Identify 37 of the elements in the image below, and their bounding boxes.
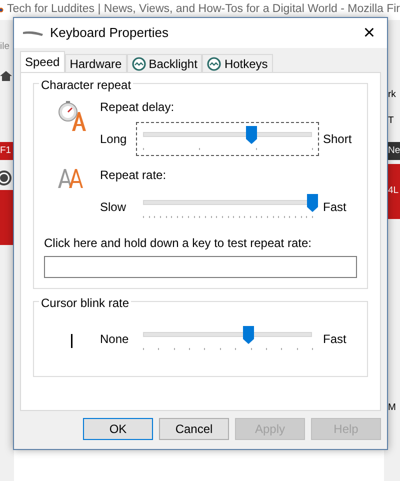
slider-label: Repeat delay: xyxy=(100,99,174,116)
text-fragment: 4L xyxy=(388,164,400,219)
text-fragment: ile xyxy=(0,40,11,54)
text-fragment: rk xyxy=(388,88,397,102)
home-icon xyxy=(0,70,12,82)
window-title: Keyboard Properties xyxy=(50,24,169,42)
slider-min-label: None xyxy=(100,331,130,348)
slider-max-label: Short xyxy=(323,131,353,148)
stopwatch-letter-icon xyxy=(58,100,86,132)
slider-thumb[interactable] xyxy=(242,326,254,344)
close-button[interactable]: × xyxy=(357,23,381,43)
slider-max-label: Fast xyxy=(323,199,348,216)
letters-icon xyxy=(58,168,86,188)
test-field[interactable] xyxy=(44,256,357,278)
text-fragment: Ne xyxy=(388,142,400,160)
tab[interactable]: Hardware xyxy=(64,54,127,72)
dialog-button[interactable]: Cancel xyxy=(159,418,229,440)
tab[interactable]: Speed xyxy=(20,51,65,72)
browser-title: Tech for Luddites | News, Views, and How-Tos for a Digital World - Mozilla Fir xyxy=(6,2,400,18)
slider-label: Repeat rate: xyxy=(100,167,166,184)
wordpress-icon xyxy=(0,170,13,186)
text-fragment: F1 xyxy=(0,142,14,160)
text-fragment: T xyxy=(388,114,395,128)
tab[interactable]: Hotkeys xyxy=(202,54,273,72)
text-fragment: M xyxy=(388,401,397,415)
slider-thumb[interactable] xyxy=(307,194,318,212)
dialog-button[interactable]: OK xyxy=(83,418,153,440)
text-cursor-icon xyxy=(71,334,73,348)
slider[interactable] xyxy=(136,122,319,156)
page-banner xyxy=(0,190,14,245)
keyboard-icon xyxy=(22,29,44,37)
tab[interactable]: Backlight xyxy=(126,54,202,72)
slider-thumb[interactable] xyxy=(246,126,258,144)
slider-min-label: Slow xyxy=(100,199,128,216)
slider-min-label: Long xyxy=(100,131,128,148)
slider-max-label: Fast xyxy=(323,331,348,348)
field-label: Click here and hold down a key to test repeat rate: xyxy=(44,235,312,252)
